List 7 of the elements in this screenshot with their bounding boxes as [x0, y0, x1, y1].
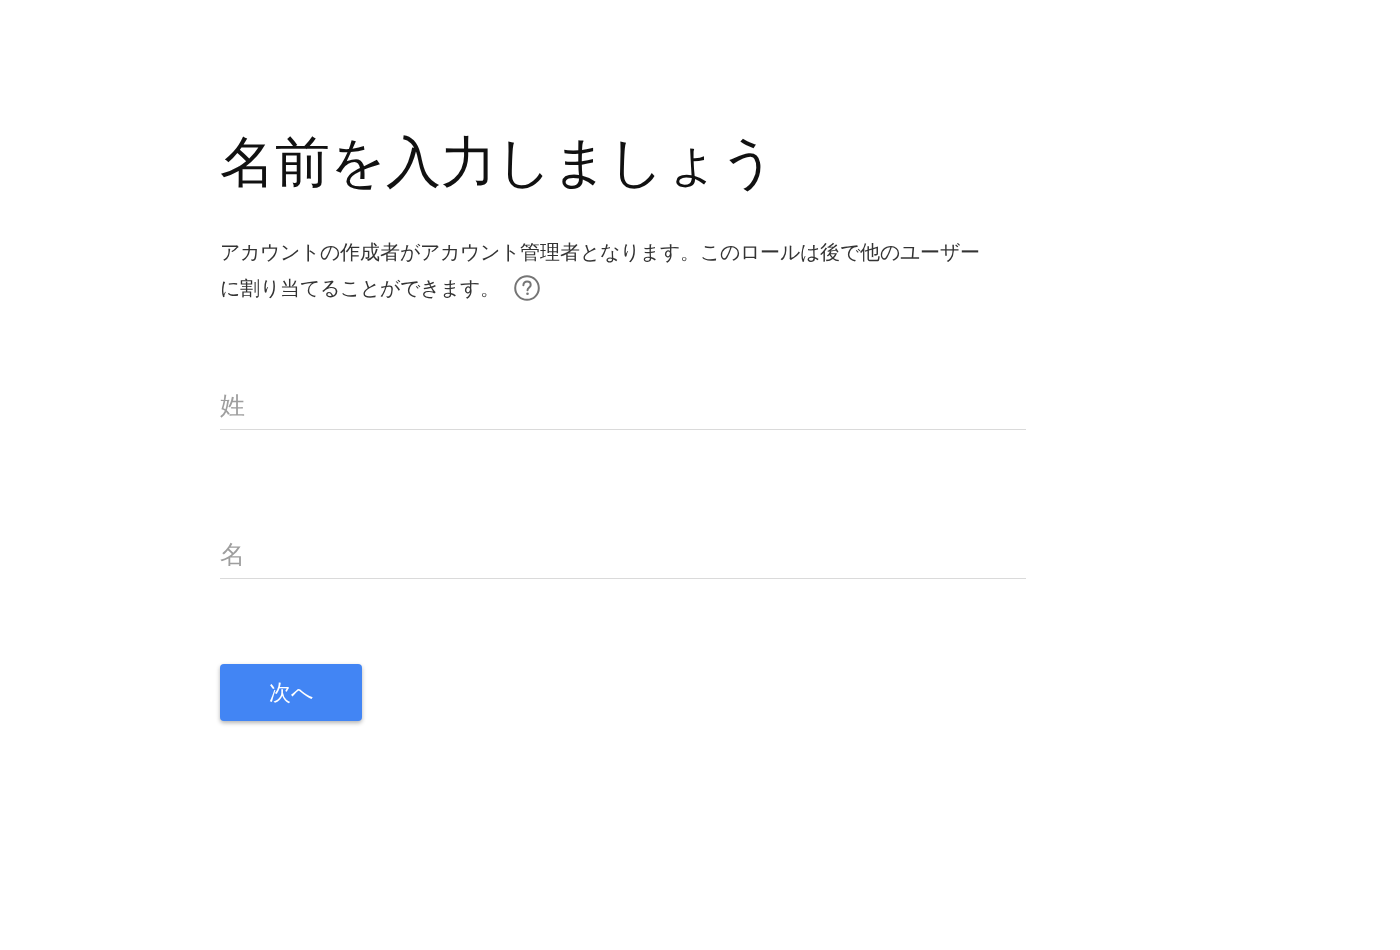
- page-title: 名前を入力しましょう: [220, 130, 776, 195]
- description-text: に割り当てることができます。: [220, 275, 500, 302]
- input-field[interactable]: 名: [220, 530, 1026, 579]
- next-button[interactable]: 次へ: [220, 664, 362, 721]
- input-field[interactable]: 姓: [220, 381, 1026, 430]
- description-text: アカウントの作成者がアカウント管理者となります。このロールは後で他のユーザー: [220, 239, 980, 266]
- help-icon[interactable]: [514, 275, 540, 301]
